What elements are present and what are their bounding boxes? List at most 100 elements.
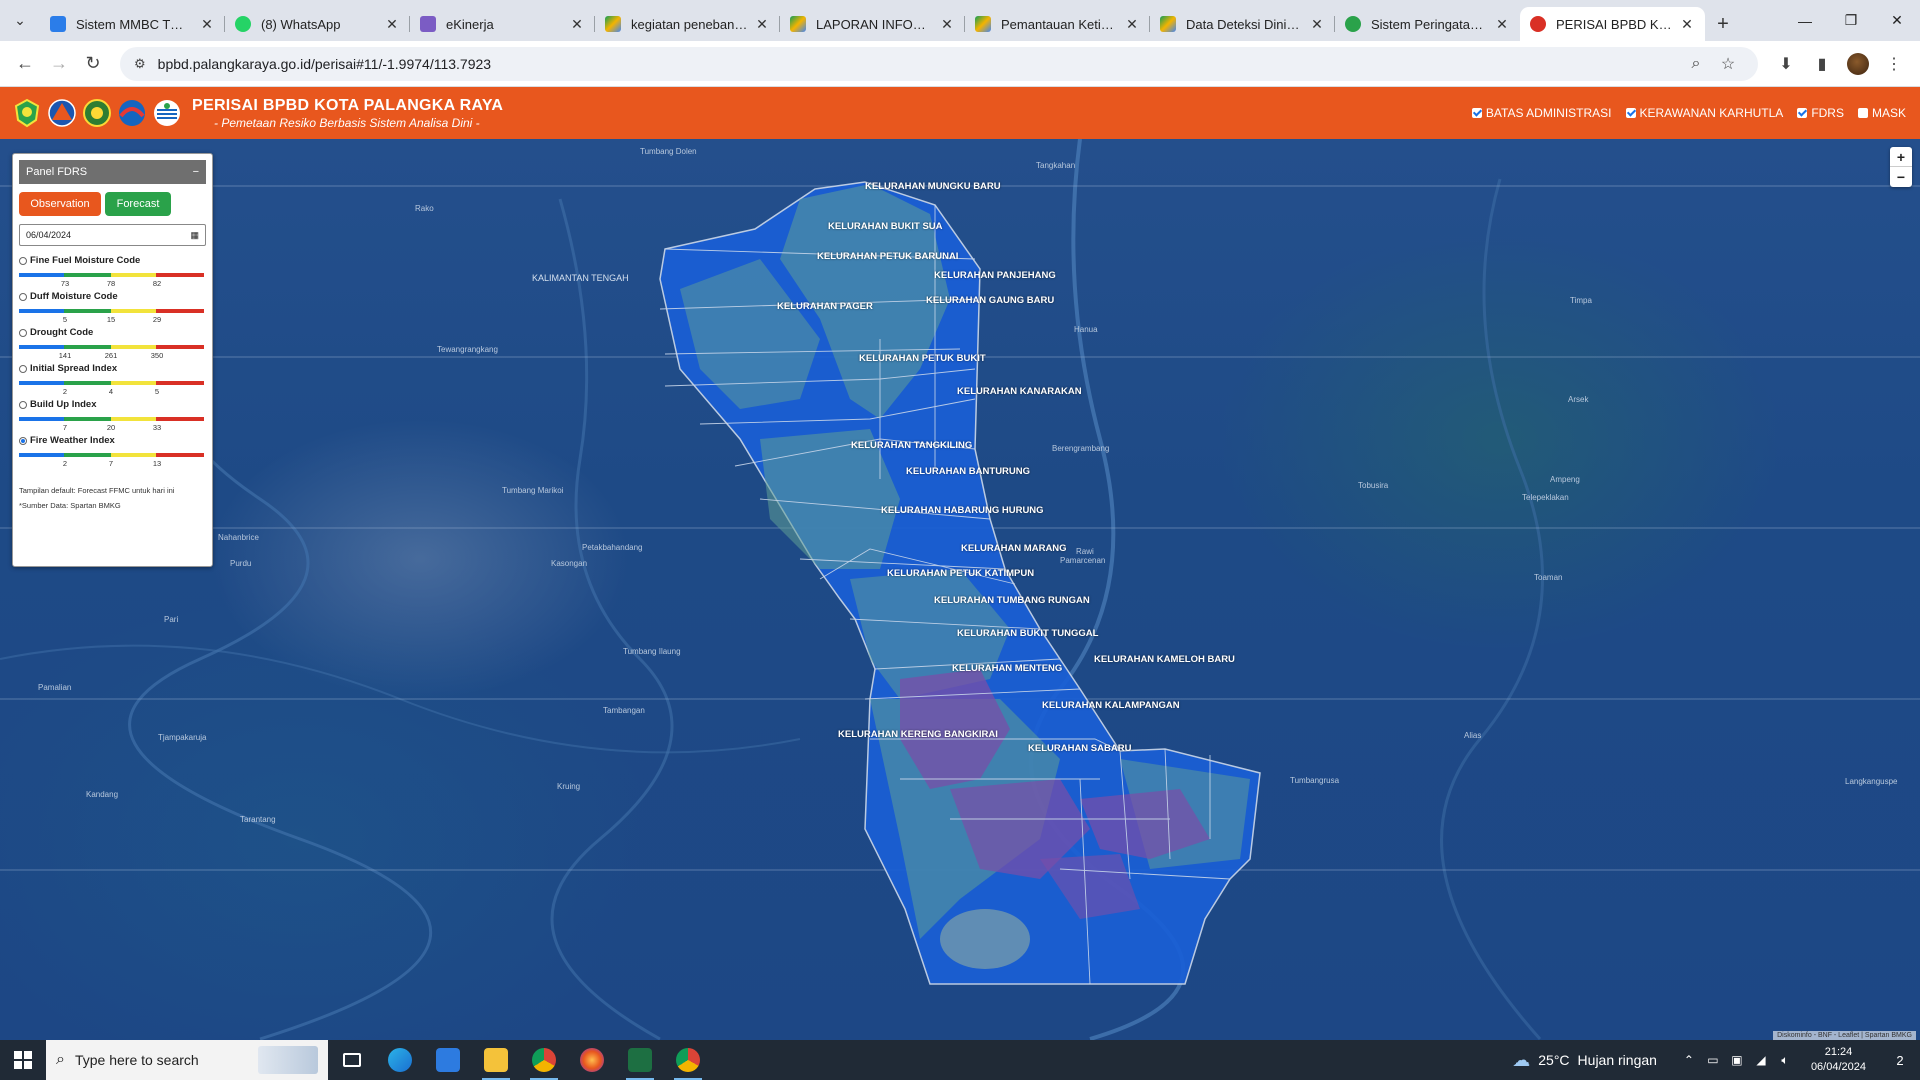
index-option-ffmc[interactable]: Fine Fuel Moisture Code 73 78 82 — [19, 255, 206, 288]
tick-label: 73 — [60, 279, 70, 288]
new-tab-button[interactable]: + — [1705, 7, 1741, 41]
tab-close-icon[interactable]: ✕ — [199, 16, 215, 33]
place-label: Ampeng — [1550, 475, 1580, 484]
excel-icon[interactable] — [616, 1040, 664, 1080]
checkbox-icon[interactable] — [1857, 108, 1868, 118]
browser-tab[interactable]: LAPORAN INFORMASI ✕ — [780, 7, 965, 41]
date-input[interactable]: 06/04/2024 ▦ — [19, 224, 206, 246]
tab-search-button[interactable]: ⌄ — [0, 0, 40, 41]
display-icon[interactable]: ▣ — [1725, 1053, 1749, 1067]
observation-button[interactable]: Observation — [19, 192, 101, 216]
layer-toggles: BATAS ADMINISTRASI KERAWANAN KARHUTLA FD… — [1471, 87, 1906, 139]
map-attribution[interactable]: Diskominfo - BNF - Leaflet | Spartan BMK… — [1773, 1031, 1916, 1040]
forecast-button[interactable]: Forecast — [105, 192, 171, 216]
browser-tab[interactable]: eKinerja ✕ — [410, 7, 595, 41]
index-option-bui[interactable]: Build Up Index 7 20 33 — [19, 399, 206, 432]
calendar-icon[interactable]: ▦ — [190, 230, 199, 241]
zoom-icon[interactable]: ⌕ — [1680, 55, 1712, 73]
tab-close-icon[interactable]: ✕ — [1679, 16, 1695, 33]
edge-icon[interactable] — [376, 1040, 424, 1080]
volume-icon[interactable]: 🔈︎ — [1773, 1053, 1797, 1068]
file-explorer-icon[interactable] — [472, 1040, 520, 1080]
radio-icon[interactable] — [19, 256, 27, 265]
chevron-up-icon[interactable]: ⌃ — [1677, 1053, 1701, 1067]
meet-now-icon[interactable]: ▭ — [1701, 1053, 1725, 1067]
tick-label: 7 — [62, 423, 68, 432]
url-text[interactable]: bpbd.palangkaraya.go.id/perisai#11/-1.99… — [158, 56, 1680, 72]
clock-time: 21:24 — [1824, 1046, 1853, 1058]
date-value: 06/04/2024 — [26, 230, 72, 240]
forward-icon[interactable]: → — [42, 47, 76, 81]
collapse-icon[interactable]: − — [193, 166, 199, 178]
taskbar-search[interactable]: ⌕ Type here to search — [46, 1040, 328, 1080]
index-option-fwi[interactable]: Fire Weather Index 2 7 13 — [19, 435, 206, 468]
radio-selected-icon[interactable] — [19, 436, 27, 445]
network-icon[interactable]: ◢ — [1749, 1053, 1773, 1067]
tab-close-icon[interactable]: ✕ — [754, 16, 770, 33]
browser-tab[interactable]: Data Deteksi Dini Karhutla ✕ — [1150, 7, 1335, 41]
tick-label: 7 — [108, 459, 114, 468]
close-window-icon[interactable]: ✕ — [1874, 0, 1920, 41]
layer-toggle-mask[interactable]: MASK — [1857, 106, 1906, 120]
tab-close-icon[interactable]: ✕ — [1309, 16, 1325, 33]
browser-tab[interactable]: Sistem Peringatan Ke ✕ — [1335, 7, 1520, 41]
index-label: Build Up Index — [30, 399, 97, 410]
reload-icon[interactable]: ↻ — [76, 47, 110, 81]
tick-label: 141 — [58, 351, 72, 360]
weather-widget[interactable]: ☁ 25°C Hujan ringan — [1512, 1050, 1657, 1071]
browser-tab[interactable]: Pemantauan Ketinggian ✕ — [965, 7, 1150, 41]
kelurahan-label: KELURAHAN BANTURUNG — [906, 466, 1031, 477]
menu-icon[interactable]: ⋮ — [1876, 47, 1912, 81]
radio-icon[interactable] — [19, 364, 27, 373]
side-panel-icon[interactable]: ▮ — [1804, 47, 1840, 81]
place-label: Nahanbrice — [218, 533, 259, 542]
browser-tab[interactable]: (8) WhatsApp ✕ — [225, 7, 410, 41]
index-label: Fine Fuel Moisture Code — [30, 255, 141, 266]
task-view-icon[interactable] — [328, 1040, 376, 1080]
profile-avatar[interactable] — [1840, 47, 1876, 81]
chrome-profile-icon[interactable] — [664, 1040, 712, 1080]
zoom-out-button[interactable]: − — [1890, 167, 1912, 187]
index-option-dc[interactable]: Drought Code 141 261 350 — [19, 327, 206, 360]
minimize-icon[interactable]: — — [1782, 0, 1828, 41]
site-info-icon[interactable]: ⚙ — [134, 56, 146, 72]
back-icon[interactable]: ← — [8, 47, 42, 81]
clock[interactable]: 21:24 06/04/2024 — [1811, 1045, 1866, 1075]
radio-icon[interactable] — [19, 328, 27, 337]
tab-close-icon[interactable]: ✕ — [1494, 16, 1510, 33]
browser-tab-active[interactable]: PERISAI BPBD Kota P ✕ — [1520, 7, 1705, 41]
windows-start-icon[interactable] — [0, 1040, 46, 1080]
tab-close-icon[interactable]: ✕ — [939, 16, 955, 33]
checkbox-icon[interactable] — [1625, 108, 1636, 118]
mail-icon[interactable] — [424, 1040, 472, 1080]
checkbox-icon[interactable] — [1471, 108, 1482, 118]
layer-toggle-kerawanan[interactable]: KERAWANAN KARHUTLA — [1625, 106, 1783, 120]
zoom-in-button[interactable]: + — [1890, 147, 1912, 167]
download-icon[interactable]: ⬇ — [1768, 47, 1804, 81]
notification-icon[interactable]: 2 — [1880, 1053, 1920, 1068]
firefox-icon[interactable] — [568, 1040, 616, 1080]
index-option-isi[interactable]: Initial Spread Index 2 4 5 — [19, 363, 206, 396]
radio-icon[interactable] — [19, 400, 27, 409]
whatsapp-icon — [235, 16, 251, 32]
tab-title: (8) WhatsApp — [261, 16, 341, 32]
kelurahan-label: KELURAHAN GAUNG BARU — [926, 295, 1055, 306]
browser-tab[interactable]: kegiatan penebangan ✕ — [595, 7, 780, 41]
bookmark-star-icon[interactable]: ☆ — [1712, 54, 1744, 74]
tab-close-icon[interactable]: ✕ — [569, 16, 585, 33]
place-label: Kasongan — [551, 559, 588, 568]
checkbox-icon[interactable] — [1797, 108, 1808, 118]
layer-toggle-batas[interactable]: BATAS ADMINISTRASI — [1471, 106, 1612, 120]
place-label: Tambangan — [603, 706, 645, 715]
browser-tab[interactable]: Sistem MMBC TOUR ✕ — [40, 7, 225, 41]
map-view[interactable]: Tumbang Dolen Tangkahan Rako KALIMANTAN … — [0, 139, 1920, 1040]
address-bar[interactable]: ⚙ bpbd.palangkaraya.go.id/perisai#11/-1.… — [120, 46, 1758, 81]
layer-toggle-fdrs[interactable]: FDRS — [1797, 106, 1844, 120]
tab-close-icon[interactable]: ✕ — [1124, 16, 1140, 33]
radio-icon[interactable] — [19, 292, 27, 301]
bmkg-logo — [152, 94, 182, 132]
chrome-icon[interactable] — [520, 1040, 568, 1080]
index-option-dmc[interactable]: Duff Moisture Code 5 15 29 — [19, 291, 206, 324]
tab-close-icon[interactable]: ✕ — [384, 16, 400, 33]
restore-icon[interactable]: ❐ — [1828, 0, 1874, 41]
